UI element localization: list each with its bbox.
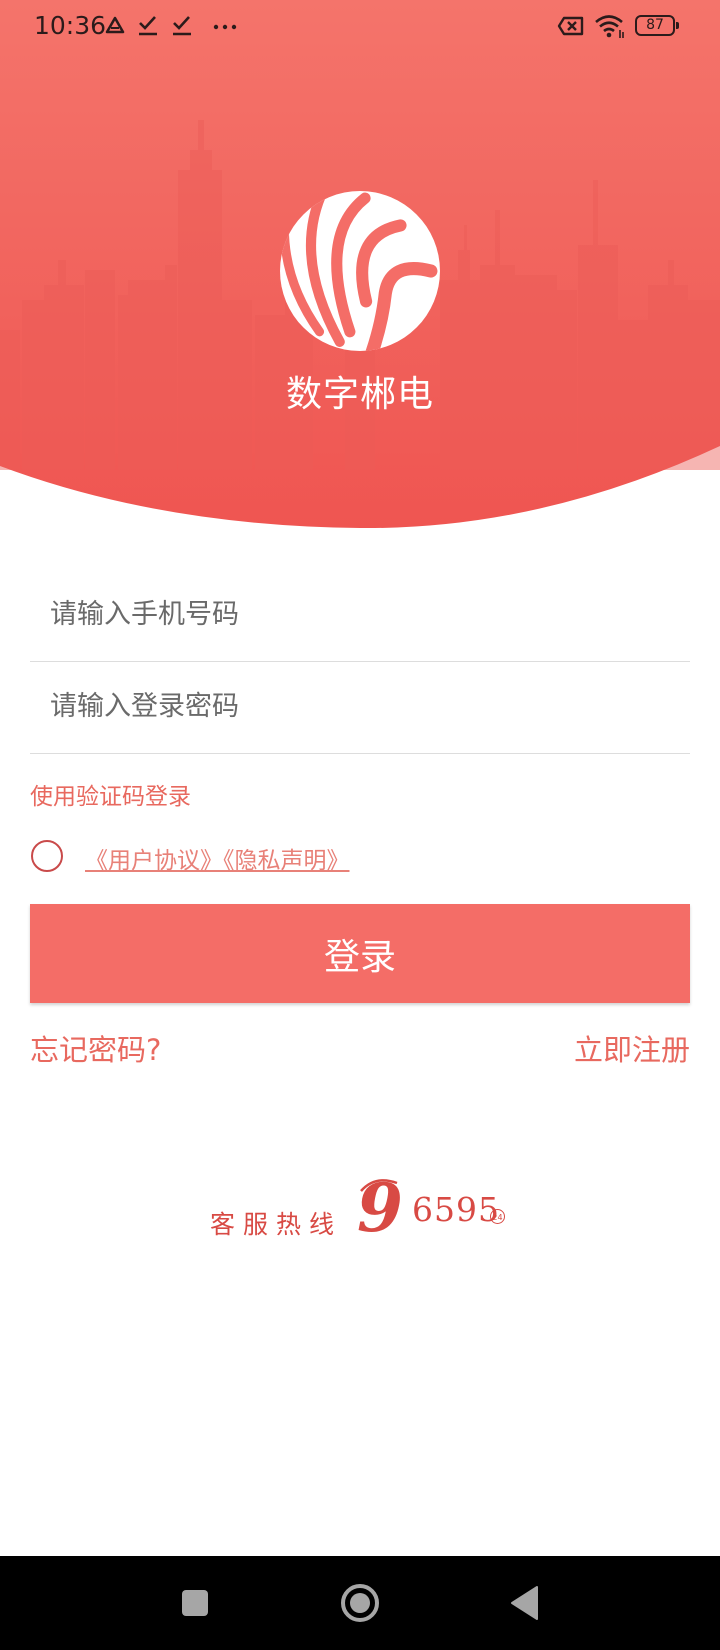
register-link[interactable]: 立即注册 bbox=[574, 1027, 690, 1069]
wifi-icon bbox=[595, 15, 624, 38]
hotline-lead-digit: 9 bbox=[357, 1173, 403, 1247]
status-time: 10:36 bbox=[34, 11, 107, 40]
login-button[interactable]: 登录 bbox=[30, 904, 690, 1003]
check-icon bbox=[173, 16, 191, 36]
status-bar: 10:36 87 bbox=[0, 0, 720, 52]
agreement-row: 《用户协议》《隐私声明》 bbox=[30, 838, 530, 878]
battery-icon: 87 bbox=[635, 15, 679, 36]
battery-saver-icon bbox=[557, 16, 584, 36]
hotline-number: 6595 bbox=[412, 1190, 500, 1229]
forgot-password-link[interactable]: 忘记密码? bbox=[30, 1027, 161, 1069]
phone-field bbox=[30, 570, 690, 662]
drive-icon bbox=[105, 16, 125, 34]
more-dots-icon bbox=[213, 24, 237, 30]
recents-square-icon[interactable] bbox=[155, 1556, 235, 1650]
phone-input[interactable] bbox=[50, 570, 670, 658]
sms-login-link[interactable]: 使用验证码登录 bbox=[30, 777, 191, 811]
app-logo bbox=[280, 191, 440, 351]
hotline-label: 客服热线 bbox=[210, 1210, 343, 1239]
system-nav-bar bbox=[0, 1556, 720, 1650]
agreement-links[interactable]: 《用户协议》《隐私声明》 bbox=[85, 841, 350, 875]
hotline-number-lead: 9 bbox=[357, 1173, 403, 1247]
password-input[interactable] bbox=[50, 662, 670, 750]
hotline-24h-badge: 24 bbox=[490, 1209, 505, 1224]
home-circle-icon[interactable] bbox=[320, 1556, 400, 1650]
back-triangle-icon[interactable] bbox=[485, 1556, 565, 1650]
app-name: 数字郴电 bbox=[285, 374, 434, 415]
hotline-banner: 客服热线 9 6595 24 bbox=[208, 1173, 518, 1260]
password-field bbox=[30, 662, 690, 754]
agreement-radio[interactable] bbox=[31, 840, 63, 872]
check-icon bbox=[139, 16, 157, 36]
